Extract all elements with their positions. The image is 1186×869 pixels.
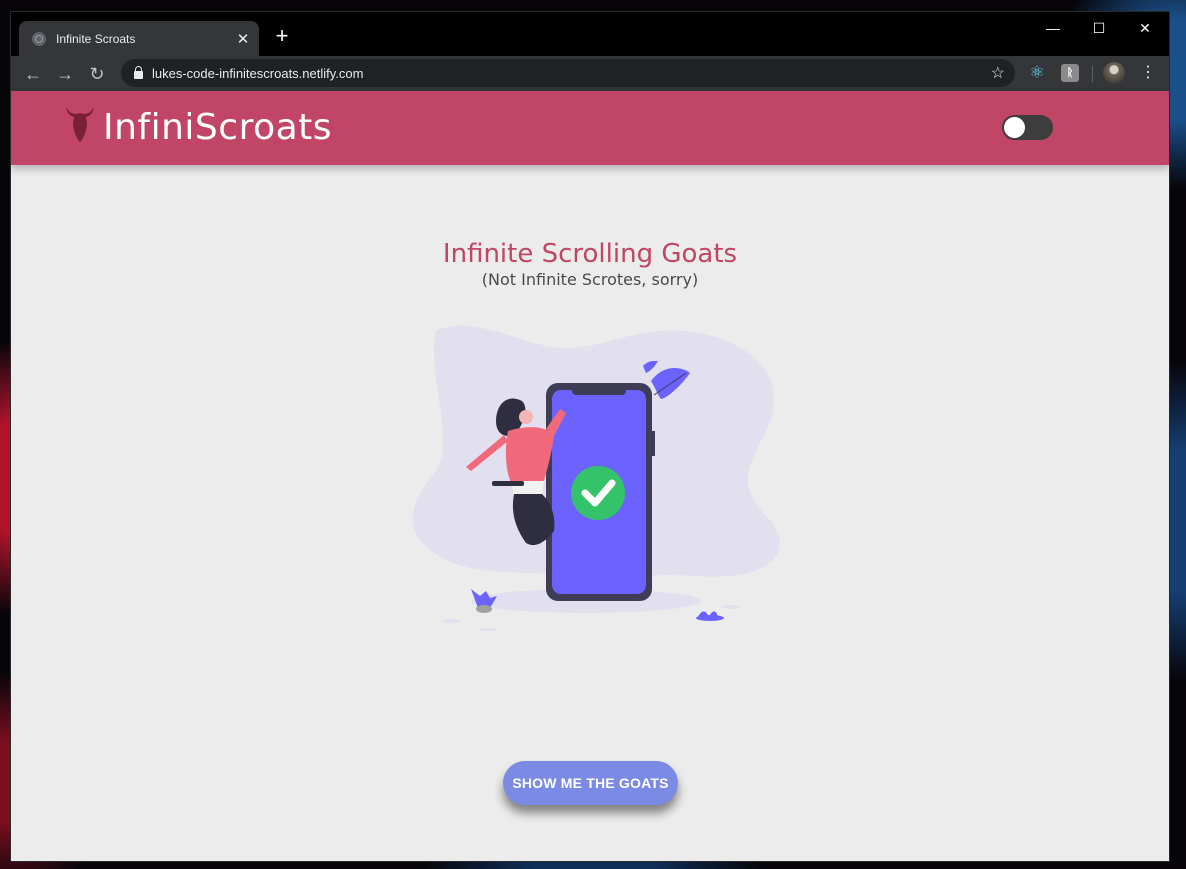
react-devtools-icon[interactable]: ⚛: [1028, 64, 1046, 82]
new-tab-button[interactable]: +: [270, 25, 294, 49]
browser-menu-icon[interactable]: ⋮: [1140, 62, 1156, 84]
extension-icon[interactable]: ᚱ: [1061, 64, 1079, 82]
tab-infinite-scroats[interactable]: Infinite Scroats ✕: [19, 21, 259, 56]
bookmark-star-icon[interactable]: ☆: [991, 63, 1005, 83]
address-bar[interactable]: lukes-code-infinitescroats.netlify.com ☆: [121, 59, 1015, 87]
browser-toolbar: ← → ↻ lukes-code-infinitescroats.netlify…: [11, 56, 1169, 91]
globe-icon: [32, 31, 46, 46]
tab-title: Infinite Scroats: [56, 31, 136, 46]
theme-toggle[interactable]: [1002, 115, 1053, 140]
tab-close-icon[interactable]: ✕: [233, 30, 253, 48]
minimize-button[interactable]: —: [1030, 16, 1076, 40]
hero-title: Infinite Scrolling Goats: [442, 239, 738, 269]
lock-icon: [134, 66, 143, 79]
back-button[interactable]: ←: [21, 62, 45, 86]
browser-window: Infinite Scroats ✕ + — ☐ ✕ ← → ↻ lukes-c…: [10, 11, 1170, 862]
app-header: InfiniScroats: [11, 91, 1169, 165]
toggle-knob: [1004, 117, 1025, 138]
url-text[interactable]: lukes-code-infinitescroats.netlify.com: [152, 66, 991, 81]
page-content: InfiniScroats Infinite Scrolling Goats (…: [11, 91, 1169, 861]
maximize-button[interactable]: ☐: [1076, 16, 1122, 40]
tab-strip: Infinite Scroats ✕ + — ☐ ✕: [11, 12, 1169, 56]
reload-button[interactable]: ↻: [85, 62, 109, 86]
toolbar-divider: [1092, 66, 1093, 82]
forward-button[interactable]: →: [53, 62, 77, 86]
show-goats-button[interactable]: SHOW ME THE GOATS: [503, 761, 678, 805]
hero-subtitle: (Not Infinite Scrotes, sorry): [481, 270, 699, 289]
brand-title[interactable]: InfiniScroats: [103, 107, 332, 148]
phone-check-illustration: [412, 325, 780, 631]
close-window-button[interactable]: ✕: [1122, 16, 1168, 40]
goat-head-icon: [66, 107, 94, 142]
profile-avatar[interactable]: [1103, 62, 1125, 84]
